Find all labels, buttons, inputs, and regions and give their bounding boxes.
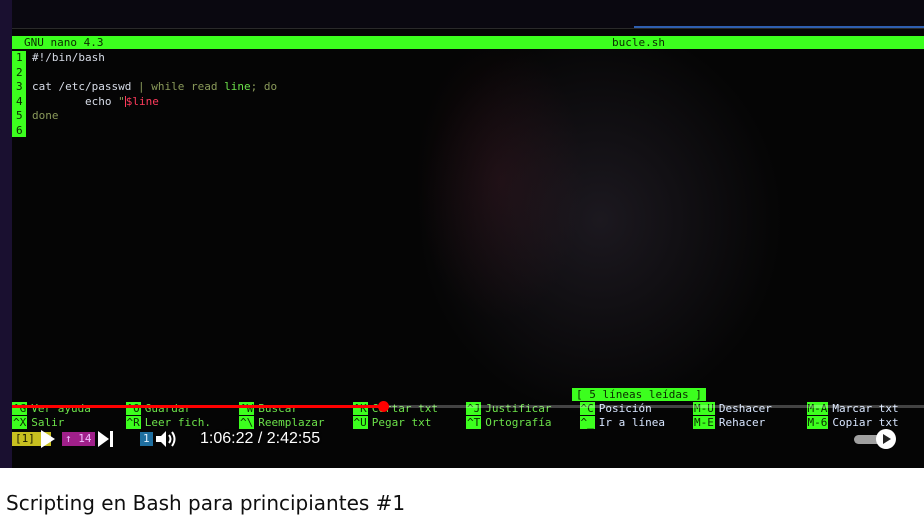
line-number: 2 bbox=[16, 65, 23, 79]
code-line[interactable]: 5 done bbox=[12, 109, 59, 123]
code-line[interactable]: 4 echo "$line bbox=[12, 95, 159, 109]
code-token: do bbox=[263, 80, 278, 94]
shortcut-label: Justificar bbox=[485, 402, 552, 415]
progress-played bbox=[12, 405, 384, 408]
video-title[interactable]: Scripting en Bash para principiantes #1 bbox=[6, 490, 405, 516]
shortcut-key: ^O bbox=[125, 402, 141, 415]
tmux-segment: 1 bbox=[140, 432, 153, 446]
code-token: #!/bin/bash bbox=[32, 51, 105, 64]
code-line[interactable]: 6 bbox=[12, 124, 32, 138]
shortcut-label: Ver ayuda bbox=[31, 402, 91, 415]
code-text: done bbox=[26, 109, 59, 122]
shortcut-key: ^G bbox=[12, 402, 28, 415]
shortcut-label: Buscar bbox=[258, 402, 298, 415]
code-token: cat bbox=[32, 80, 59, 94]
shortcut-label: Guardar bbox=[144, 402, 192, 415]
code-token: $line bbox=[125, 94, 159, 108]
line-number: 6 bbox=[16, 124, 23, 137]
code-text: cat /etc/passwd | while read line; do bbox=[26, 80, 277, 93]
code-token: echo bbox=[32, 94, 119, 108]
code-token: /etc/passwd bbox=[58, 80, 132, 94]
desktop-edge bbox=[0, 0, 12, 468]
play-icon bbox=[41, 430, 55, 448]
autoplay-toggle[interactable] bbox=[852, 428, 902, 450]
volume-button[interactable] bbox=[154, 428, 180, 450]
shortcut-key: M-A bbox=[806, 402, 829, 415]
volume-icon bbox=[156, 431, 176, 447]
shortcut-label: Posición bbox=[598, 402, 652, 415]
code-text: #!/bin/bash bbox=[26, 51, 105, 64]
nano-status-message: [ 5 líneas leídas ] bbox=[572, 388, 706, 401]
shortcut-key: ^C bbox=[579, 402, 595, 415]
next-icon bbox=[98, 431, 113, 447]
autoplay-toggle-icon bbox=[854, 429, 896, 449]
window-accent-line bbox=[634, 26, 924, 28]
nano-file-name: bucle.sh bbox=[612, 36, 665, 49]
shortcut-key: M-U bbox=[693, 402, 715, 415]
code-token: line bbox=[224, 80, 251, 94]
shortcut-key: ^W bbox=[239, 402, 255, 415]
code-line[interactable]: 1 #!/bin/bash bbox=[12, 51, 105, 65]
code-token: while read bbox=[151, 80, 225, 94]
progress-bar[interactable] bbox=[12, 401, 924, 412]
line-number: 4 bbox=[16, 94, 23, 108]
window-top-band bbox=[12, 0, 924, 29]
time-display: 1:06:22 / 2:42:55 bbox=[200, 430, 321, 447]
play-button[interactable] bbox=[36, 428, 58, 450]
code-token: ; bbox=[250, 80, 264, 94]
tmux-segment: ↑ 14 bbox=[62, 432, 95, 446]
player-controls: [1] C ↑ 14 1 1:06:22 / 2:42:55 bbox=[12, 424, 924, 454]
shortcut-label: Deshacer bbox=[718, 402, 772, 415]
nano-titlebar: GNU nano 4.3 bucle.sh bbox=[12, 36, 924, 49]
shortcut-key: ^J bbox=[466, 402, 482, 415]
video-player[interactable]: GNU nano 4.3 bucle.sh 1 #!/bin/bash 2 3 cat … bbox=[0, 0, 924, 468]
nano-app-name: GNU nano 4.3 bbox=[24, 36, 104, 49]
code-text: echo "$line bbox=[26, 95, 159, 108]
line-number: 5 bbox=[16, 109, 23, 123]
code-token: done bbox=[32, 109, 59, 123]
shortcut-label: Marcar txt bbox=[832, 402, 899, 415]
code-token: " bbox=[118, 94, 125, 108]
code-line[interactable]: 3 cat /etc/passwd | while read line; do bbox=[12, 80, 277, 94]
line-number: 3 bbox=[16, 80, 23, 94]
line-number: 1 bbox=[16, 51, 23, 64]
shortcut-key: ^K bbox=[352, 402, 368, 415]
code-token: | bbox=[131, 80, 152, 94]
next-button[interactable] bbox=[94, 428, 116, 450]
video-frame bbox=[0, 0, 924, 468]
code-line[interactable]: 2 bbox=[12, 66, 32, 80]
